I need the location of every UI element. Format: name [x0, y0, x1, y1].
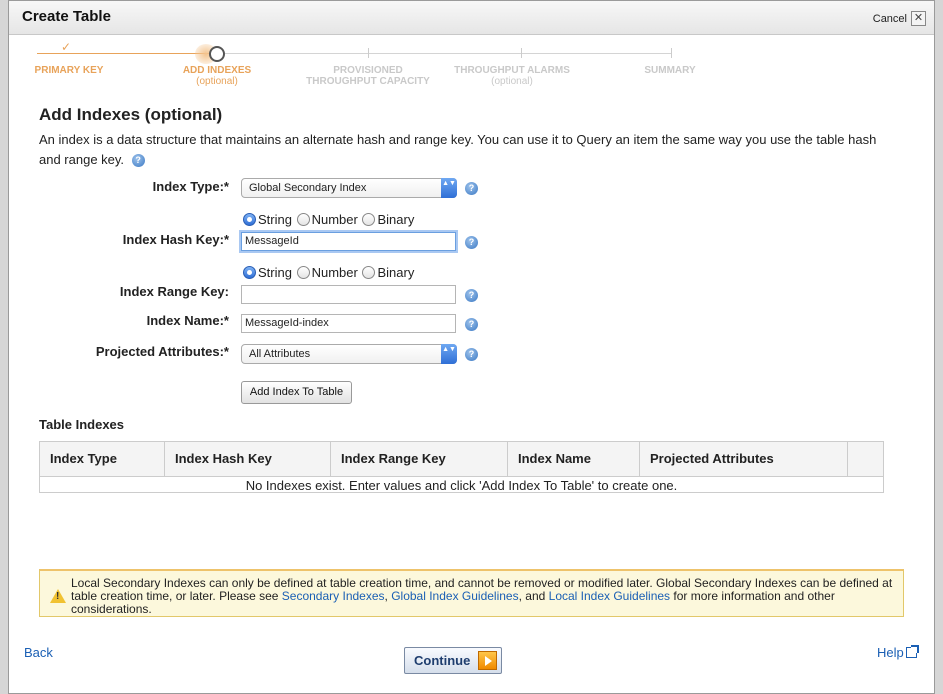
- range-type-binary-option[interactable]: Binary: [362, 265, 414, 280]
- help-link[interactable]: Help: [877, 645, 919, 660]
- hash-type-number-option[interactable]: Number: [296, 212, 358, 227]
- range-type-string-option[interactable]: String: [243, 265, 292, 280]
- step-label: SUMMARY: [644, 65, 696, 76]
- wizard-tick: [671, 48, 672, 58]
- cancel-link[interactable]: Cancel: [873, 13, 907, 25]
- warning-icon: [50, 589, 66, 603]
- radio-label: Number: [311, 212, 358, 227]
- index-name-input[interactable]: MessageId-index: [241, 314, 456, 333]
- step-provisioned-throughput: PROVISIONED THROUGHPUT CAPACITY: [288, 65, 448, 87]
- section-description: An index is a data structure that mainta…: [39, 130, 899, 170]
- column-index-range-key[interactable]: Index Range Key: [331, 442, 508, 476]
- step-throughput-alarms: THROUGHPUT ALARMS (optional): [442, 65, 582, 87]
- projected-attributes-help-icon[interactable]: ?: [465, 348, 478, 361]
- hash-key-label: Index Hash Key:*: [122, 232, 229, 247]
- column-index-hash-key[interactable]: Index Hash Key: [165, 442, 331, 476]
- step-summary: SUMMARY: [610, 65, 730, 76]
- radio-icon[interactable]: [296, 266, 310, 279]
- radio-label: String: [258, 212, 292, 227]
- step-label: PRIMARY KEY: [34, 65, 104, 76]
- empty-table-message: No Indexes exist. Enter values and click…: [245, 478, 678, 493]
- radio-icon[interactable]: [296, 213, 310, 226]
- index-name-help-icon[interactable]: ?: [465, 318, 478, 331]
- dialog-title: Create Table: [22, 8, 111, 25]
- radio-selected-icon[interactable]: [243, 266, 256, 279]
- play-arrow-icon: [478, 651, 497, 670]
- step-sublabel: (optional): [491, 76, 533, 87]
- hash-type-binary-option[interactable]: Binary: [362, 212, 414, 227]
- wizard-tick: [521, 48, 522, 58]
- description-text: An index is a data structure that mainta…: [39, 132, 877, 167]
- hash-key-help-icon[interactable]: ?: [465, 236, 478, 249]
- add-index-button[interactable]: Add Index To Table: [241, 381, 352, 404]
- range-key-label: Index Range Key:: [119, 284, 229, 299]
- wizard-line-todo: [225, 53, 672, 54]
- select-arrow-icon: ▲▼: [441, 344, 457, 364]
- step-sublabel: THROUGHPUT CAPACITY: [306, 76, 430, 87]
- step-label: THROUGHPUT ALARMS: [454, 65, 570, 76]
- back-link[interactable]: Back: [24, 645, 53, 660]
- projected-attributes-select[interactable]: All Attributes ▲▼: [241, 344, 457, 364]
- radio-label: Binary: [377, 212, 415, 227]
- range-type-number-option[interactable]: Number: [296, 265, 358, 280]
- projected-attributes-value: All Attributes: [249, 348, 311, 360]
- step-add-indexes: ADD INDEXES (optional): [157, 65, 277, 87]
- hash-type-string-option[interactable]: String: [243, 212, 292, 227]
- description-help-icon[interactable]: ?: [131, 154, 145, 168]
- external-link-icon: [905, 645, 919, 658]
- projected-attributes-label: Projected Attributes:*: [95, 344, 229, 359]
- dialog-titlebar: Create Table Cancel ✕: [9, 1, 934, 35]
- hash-key-type-radios: String Number Binary: [243, 212, 415, 229]
- secondary-indexes-link[interactable]: Secondary Indexes: [282, 589, 385, 603]
- radio-icon[interactable]: [362, 266, 376, 279]
- close-icon[interactable]: ✕: [911, 11, 926, 26]
- current-step-marker: [209, 46, 225, 62]
- step-label: PROVISIONED: [333, 65, 403, 76]
- radio-icon[interactable]: [362, 213, 376, 226]
- warning-box: Local Secondary Indexes can only be defi…: [39, 569, 904, 617]
- continue-label: Continue: [414, 653, 471, 668]
- section-heading: Add Indexes (optional): [39, 105, 223, 124]
- index-type-help-icon[interactable]: ?: [465, 182, 478, 195]
- table-indexes-title: Table Indexes: [39, 417, 125, 432]
- index-name-label: Index Name:*: [146, 313, 229, 328]
- continue-button[interactable]: Continue: [404, 647, 502, 674]
- radio-selected-icon[interactable]: [243, 213, 256, 226]
- index-type-value: Global Secondary Index: [249, 182, 367, 194]
- local-index-guidelines-link[interactable]: Local Index Guidelines: [549, 589, 670, 603]
- index-type-label: Index Type:*: [152, 179, 229, 194]
- range-key-help-icon[interactable]: ?: [465, 289, 478, 302]
- select-arrow-icon: ▲▼: [441, 178, 457, 198]
- range-key-input[interactable]: [241, 285, 456, 304]
- radio-label: Binary: [377, 265, 415, 280]
- indexes-table: Index Type Index Hash Key Index Range Ke…: [39, 441, 884, 493]
- step-sublabel: (optional): [196, 76, 238, 87]
- global-index-guidelines-link[interactable]: Global Index Guidelines: [391, 589, 518, 603]
- warning-text: Local Secondary Indexes can only be defi…: [71, 577, 897, 616]
- column-index-type[interactable]: Index Type: [40, 442, 165, 476]
- radio-label: String: [258, 265, 292, 280]
- indexes-table-header: Index Type Index Hash Key Index Range Ke…: [40, 441, 883, 477]
- range-key-type-radios: String Number Binary: [243, 265, 415, 282]
- column-index-name[interactable]: Index Name: [508, 442, 640, 476]
- index-type-select[interactable]: Global Secondary Index ▲▼: [241, 178, 457, 198]
- step-primary-key[interactable]: PRIMARY KEY: [9, 65, 129, 76]
- hash-key-input[interactable]: MessageId: [241, 232, 456, 251]
- wizard-tick: [368, 48, 369, 58]
- warning-text-part: , and: [518, 589, 549, 603]
- step-done-check-icon: ✓: [61, 40, 72, 54]
- help-label: Help: [877, 645, 904, 660]
- step-label: ADD INDEXES: [182, 65, 252, 76]
- column-projected-attributes[interactable]: Projected Attributes: [640, 442, 848, 476]
- create-table-dialog: Create Table Cancel ✕ ✓ PRIMARY KEY ADD …: [8, 0, 935, 694]
- wizard-progress: ✓ PRIMARY KEY ADD INDEXES (optional) PRO…: [9, 39, 934, 91]
- radio-label: Number: [311, 265, 358, 280]
